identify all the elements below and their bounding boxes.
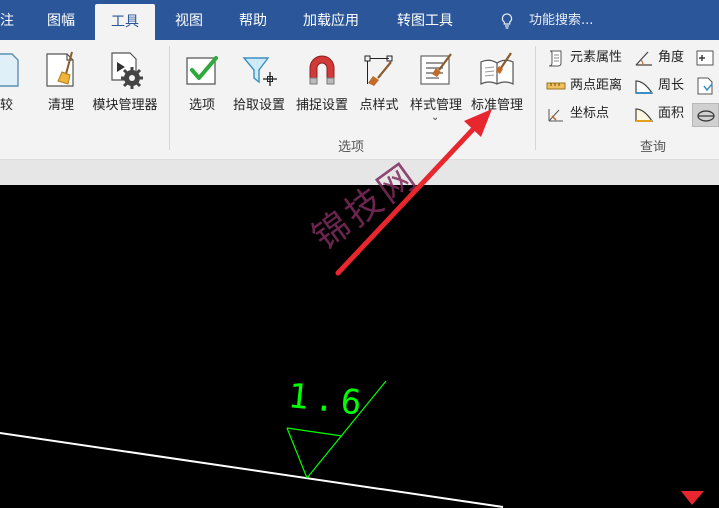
pick-settings-button[interactable]: 拾取设置 [229,46,289,116]
checkbox-icon [186,56,218,85]
coordinate-point-button[interactable]: 坐标点 [546,102,632,126]
module-manager-button[interactable]: 模块管理器 [88,46,162,116]
perimeter-button[interactable]: 周长 [634,74,690,98]
options-group-label: 选项 [338,140,365,155]
group-separator [169,46,170,150]
point-style-icon [364,55,393,86]
options-label: 选项 [188,98,215,113]
magnet-icon [309,55,335,85]
standard-manager-button[interactable]: 标准管理 [468,46,526,116]
book-pen-icon [480,52,514,85]
element-properties-button[interactable]: 元素属性 [546,46,632,70]
compare-icon [0,53,19,87]
standard-manager-label: 标准管理 [470,98,523,113]
style-list-icon [420,53,452,85]
point-style-button[interactable]: 点样式 [355,46,403,116]
ribbon-panel: 比较 清理 模块管理器 [0,40,719,160]
marker-triangle-icon [681,491,704,505]
document-icon [697,77,713,95]
area-label: 面积 [658,106,685,121]
scroll-icon [548,50,562,67]
clean-label: 清理 [47,98,74,113]
area-icon [635,108,654,122]
clean-button[interactable]: 清理 [40,46,82,116]
module-manager-label: 模块管理器 [92,98,158,113]
compare-label: 比较 [0,98,14,113]
tab-convert-tools[interactable]: 转图工具 [397,0,453,40]
area-button[interactable]: 面积 [634,102,690,126]
angle-icon [635,51,652,66]
angle-button[interactable]: 角度 [634,46,690,70]
rotate-icon [697,110,715,122]
chevron-down-icon[interactable]: ⌄ [431,112,439,123]
ribbon-tab-bar: 注 图幅 工具 视图 帮助 加载应用 转图工具 功能搜索... [0,0,719,40]
perimeter-label: 周长 [658,78,685,93]
perimeter-icon [635,80,654,94]
options-button[interactable]: 选项 [180,46,224,116]
point-style-label: 点样式 [359,98,399,113]
pick-settings-label: 拾取设置 [232,98,285,113]
funnel-icon [242,57,277,86]
tab-help[interactable]: 帮助 [239,0,267,40]
style-manager-label: 样式管理 [409,98,462,113]
search-placeholder: 功能搜索... [529,13,594,28]
snap-settings-label: 捕捉设置 [295,98,348,113]
two-point-distance-label: 两点距离 [570,78,623,93]
roughness-value-text[interactable]: 1.6 [286,376,369,424]
two-point-distance-button[interactable]: 两点距离 [546,74,632,98]
broom-icon [46,51,74,87]
tab-tools[interactable]: 工具 [95,4,155,40]
query-group-label: 查询 [640,140,667,155]
angle-label: 角度 [658,50,685,65]
doc-check-small-button[interactable] [694,76,719,98]
module-gear-icon [111,52,143,89]
lightbulb-icon [501,13,513,29]
add-point-small-button[interactable] [694,48,719,70]
group-separator [535,46,536,150]
style-manager-button[interactable]: 样式管理 ⌄ [405,46,467,130]
add-point-icon [696,50,714,66]
ruler-icon [546,82,566,90]
element-properties-label: 元素属性 [570,50,623,65]
tab-load-apps[interactable]: 加载应用 [303,0,359,40]
drawing-line[interactable] [0,432,504,508]
tab-annotation[interactable]: 注 [0,0,14,40]
coordinate-icon [548,109,563,122]
snap-settings-button[interactable]: 捕捉设置 [292,46,352,116]
coordinate-point-label: 坐标点 [570,106,610,121]
tab-view[interactable]: 视图 [175,0,203,40]
compare-button[interactable]: 比较 [0,46,34,116]
rotate-small-button[interactable] [692,103,719,127]
tab-drawing-frame[interactable]: 图幅 [47,0,75,40]
